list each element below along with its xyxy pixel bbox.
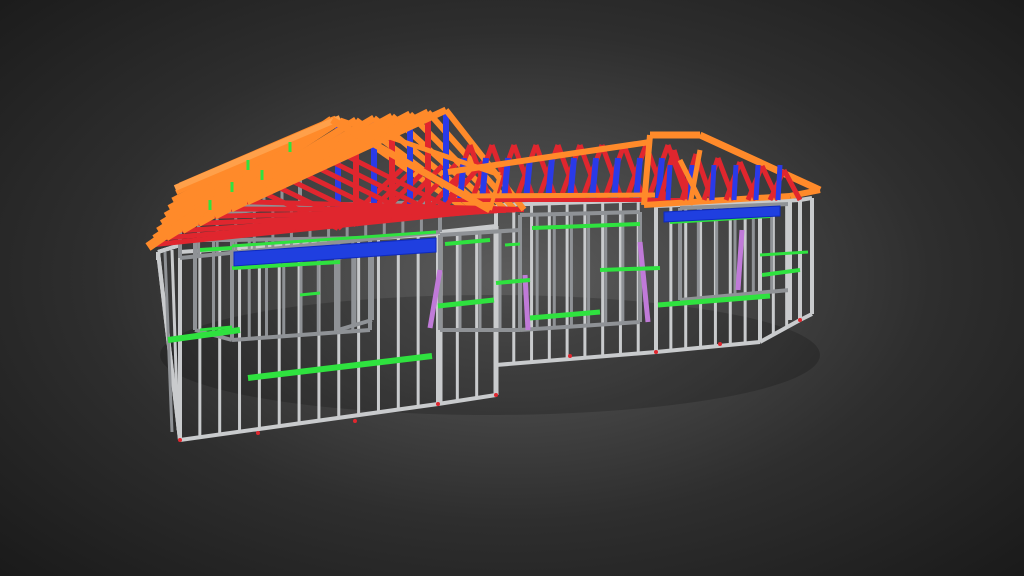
eave-chord bbox=[461, 192, 656, 199]
anchor-point bbox=[654, 350, 658, 354]
nogging bbox=[444, 238, 491, 246]
nogging bbox=[504, 242, 521, 247]
nogging bbox=[599, 266, 661, 272]
bracing bbox=[522, 274, 531, 331]
anchor-point bbox=[436, 402, 440, 406]
anchor-point bbox=[494, 393, 498, 397]
nogging bbox=[299, 291, 321, 297]
anchor-point bbox=[178, 438, 182, 442]
king-post bbox=[665, 164, 673, 201]
king-post bbox=[753, 164, 761, 201]
nogging bbox=[199, 246, 233, 252]
anchor-point bbox=[256, 431, 260, 435]
king-post bbox=[709, 164, 717, 201]
anchor-point bbox=[718, 342, 722, 346]
anchor-point bbox=[568, 354, 572, 358]
anchor-point bbox=[353, 419, 357, 423]
king-post bbox=[731, 164, 739, 201]
nogging bbox=[761, 268, 801, 277]
king-post bbox=[775, 164, 783, 201]
anchor-point bbox=[798, 318, 802, 322]
bracing bbox=[735, 229, 745, 291]
house-frame-model bbox=[145, 106, 822, 442]
3d-model-viewport[interactable] bbox=[0, 0, 1024, 576]
